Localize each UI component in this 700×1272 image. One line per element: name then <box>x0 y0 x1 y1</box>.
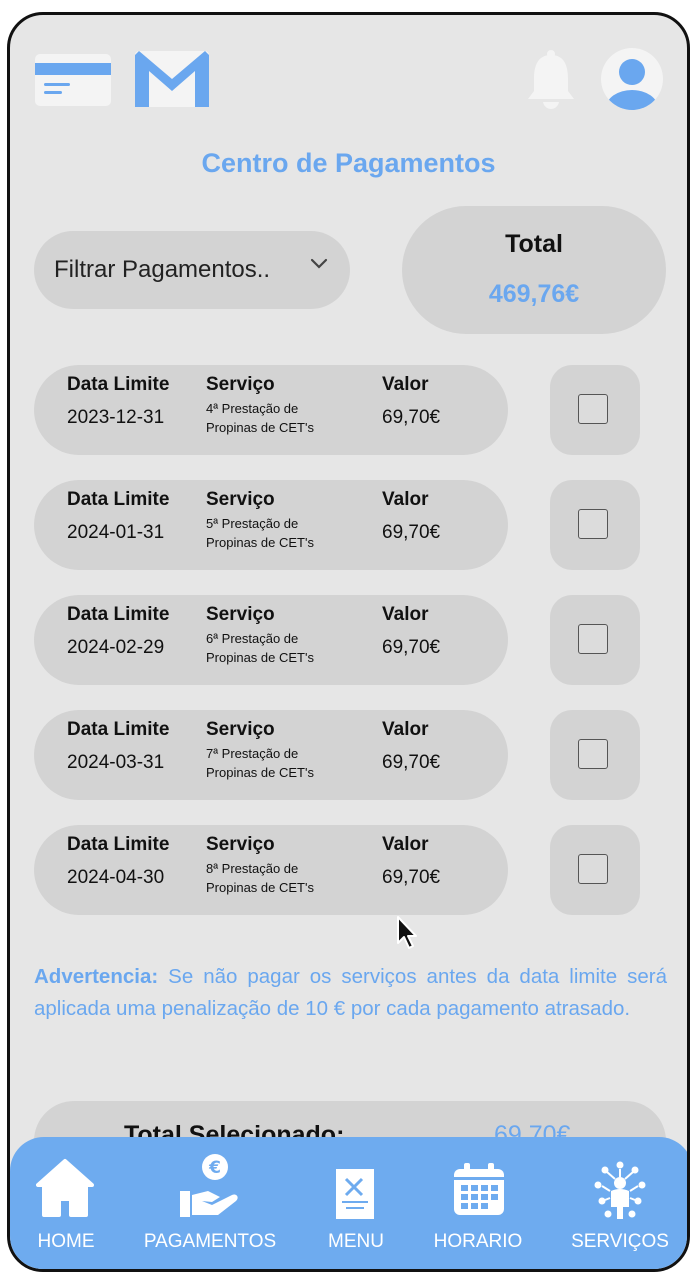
total-label: Total <box>505 230 563 258</box>
user-avatar-icon[interactable] <box>601 48 663 115</box>
due-date: 2024-01-31 <box>67 522 165 543</box>
select-payment-container <box>550 595 640 685</box>
service-description: 5ª Prestação de Propinas de CET's <box>206 514 346 552</box>
service-line-2: Propinas de CET's <box>206 880 314 895</box>
service-line-2: Propinas de CET's <box>206 765 314 780</box>
total-value: 469,76€ <box>488 280 580 308</box>
service-description: 8ª Prestação de Propinas de CET's <box>206 859 346 897</box>
service-header: Serviço <box>206 719 275 740</box>
payment-row: Data Limite 2024-04-30 Serviço 8ª Presta… <box>34 825 508 915</box>
due-date: 2024-02-29 <box>67 637 165 658</box>
svg-text:€: € <box>208 1158 221 1178</box>
phone-screen: Centro de Pagamentos Filtrar Pagamentos.… <box>7 12 690 1272</box>
select-payment-checkbox[interactable] <box>578 854 608 884</box>
select-payment-checkbox[interactable] <box>578 739 608 769</box>
select-payment-checkbox[interactable] <box>578 509 608 539</box>
value-header: Valor <box>382 374 429 395</box>
nav-item-pagamentos[interactable]: € PAGAMENTOS <box>144 1137 276 1257</box>
nav-item-home[interactable]: HOME <box>36 1137 96 1257</box>
filter-payments-dropdown[interactable]: Filtrar Pagamentos.. <box>34 231 350 309</box>
payment-value: 69,70€ <box>382 637 441 658</box>
due-date: 2024-04-30 <box>67 867 165 888</box>
select-payment-container <box>550 710 640 800</box>
service-line-1: 8ª Prestação de <box>206 861 299 876</box>
nav-item-horario[interactable]: HORARIO <box>434 1137 522 1257</box>
select-payment-container <box>550 480 640 570</box>
mouse-cursor-icon <box>396 915 420 956</box>
value-header: Valor <box>382 604 429 625</box>
warning-notice: Advertencia: Se não pagar os serviços an… <box>34 961 667 1025</box>
service-line-1: 4ª Prestação de <box>206 401 299 416</box>
service-header: Serviço <box>206 374 275 395</box>
services-network-icon <box>594 1161 646 1219</box>
payment-row: Data Limite 2024-02-29 Serviço 6ª Presta… <box>34 595 508 685</box>
calendar-icon <box>454 1163 504 1215</box>
service-description: 4ª Prestação de Propinas de CET's <box>206 399 346 437</box>
filter-label: Filtrar Pagamentos.. <box>54 256 271 283</box>
page-title: Centro de Pagamentos <box>201 148 496 178</box>
nav-label-horario: HORARIO <box>433 1231 523 1252</box>
payment-value: 69,70€ <box>382 752 441 773</box>
date-header: Data Limite <box>67 719 170 740</box>
payment-value: 69,70€ <box>382 407 441 428</box>
service-header: Serviço <box>206 489 275 510</box>
service-line-1: 5ª Prestação de <box>206 516 299 531</box>
payment-row: Data Limite 2023-12-31 Serviço 4ª Presta… <box>34 365 508 455</box>
nav-label-menu: MENU <box>328 1231 384 1252</box>
select-payment-checkbox[interactable] <box>578 394 608 424</box>
nav-label-pagamentos: PAGAMENTOS <box>143 1231 277 1252</box>
bottom-navigation: HOME € PAGAMENTOS MENU HORARIO SERVIÇOS <box>10 1137 687 1269</box>
credit-card-icon[interactable] <box>34 53 112 112</box>
warning-label: Advertencia: <box>34 965 159 988</box>
service-line-2: Propinas de CET's <box>206 535 314 550</box>
date-header: Data Limite <box>67 834 170 855</box>
date-header: Data Limite <box>67 374 170 395</box>
service-header: Serviço <box>206 834 275 855</box>
payment-value: 69,70€ <box>382 867 441 888</box>
nav-label-home: HOME <box>37 1231 95 1252</box>
total-summary: Total 469,76€ <box>402 206 666 334</box>
date-header: Data Limite <box>67 489 170 510</box>
service-description: 6ª Prestação de Propinas de CET's <box>206 629 346 667</box>
due-date: 2024-03-31 <box>67 752 165 773</box>
service-description: 7ª Prestação de Propinas de CET's <box>206 744 346 782</box>
select-payment-container <box>550 365 640 455</box>
chevron-down-icon <box>310 258 328 269</box>
payment-hand-euro-icon: € <box>180 1154 238 1217</box>
nav-label-servicos: SERVIÇOS <box>571 1231 669 1252</box>
select-payment-container <box>550 825 640 915</box>
home-icon <box>36 1159 94 1217</box>
service-line-2: Propinas de CET's <box>206 420 314 435</box>
nav-item-servicos[interactable]: SERVIÇOS <box>571 1137 669 1257</box>
menu-utensils-icon <box>336 1169 374 1219</box>
bell-icon[interactable] <box>527 49 575 114</box>
value-header: Valor <box>382 834 429 855</box>
mail-icon[interactable] <box>135 51 209 112</box>
due-date: 2023-12-31 <box>67 407 165 428</box>
nav-item-menu[interactable]: MENU <box>326 1137 386 1257</box>
service-line-1: 7ª Prestação de <box>206 746 299 761</box>
payment-row: Data Limite 2024-03-31 Serviço 7ª Presta… <box>34 710 508 800</box>
value-header: Valor <box>382 719 429 740</box>
select-payment-checkbox[interactable] <box>578 624 608 654</box>
date-header: Data Limite <box>67 604 170 625</box>
value-header: Valor <box>382 489 429 510</box>
service-line-1: 6ª Prestação de <box>206 631 299 646</box>
payment-value: 69,70€ <box>382 522 441 543</box>
service-header: Serviço <box>206 604 275 625</box>
service-line-2: Propinas de CET's <box>206 650 314 665</box>
payment-row: Data Limite 2024-01-31 Serviço 5ª Presta… <box>34 480 508 570</box>
